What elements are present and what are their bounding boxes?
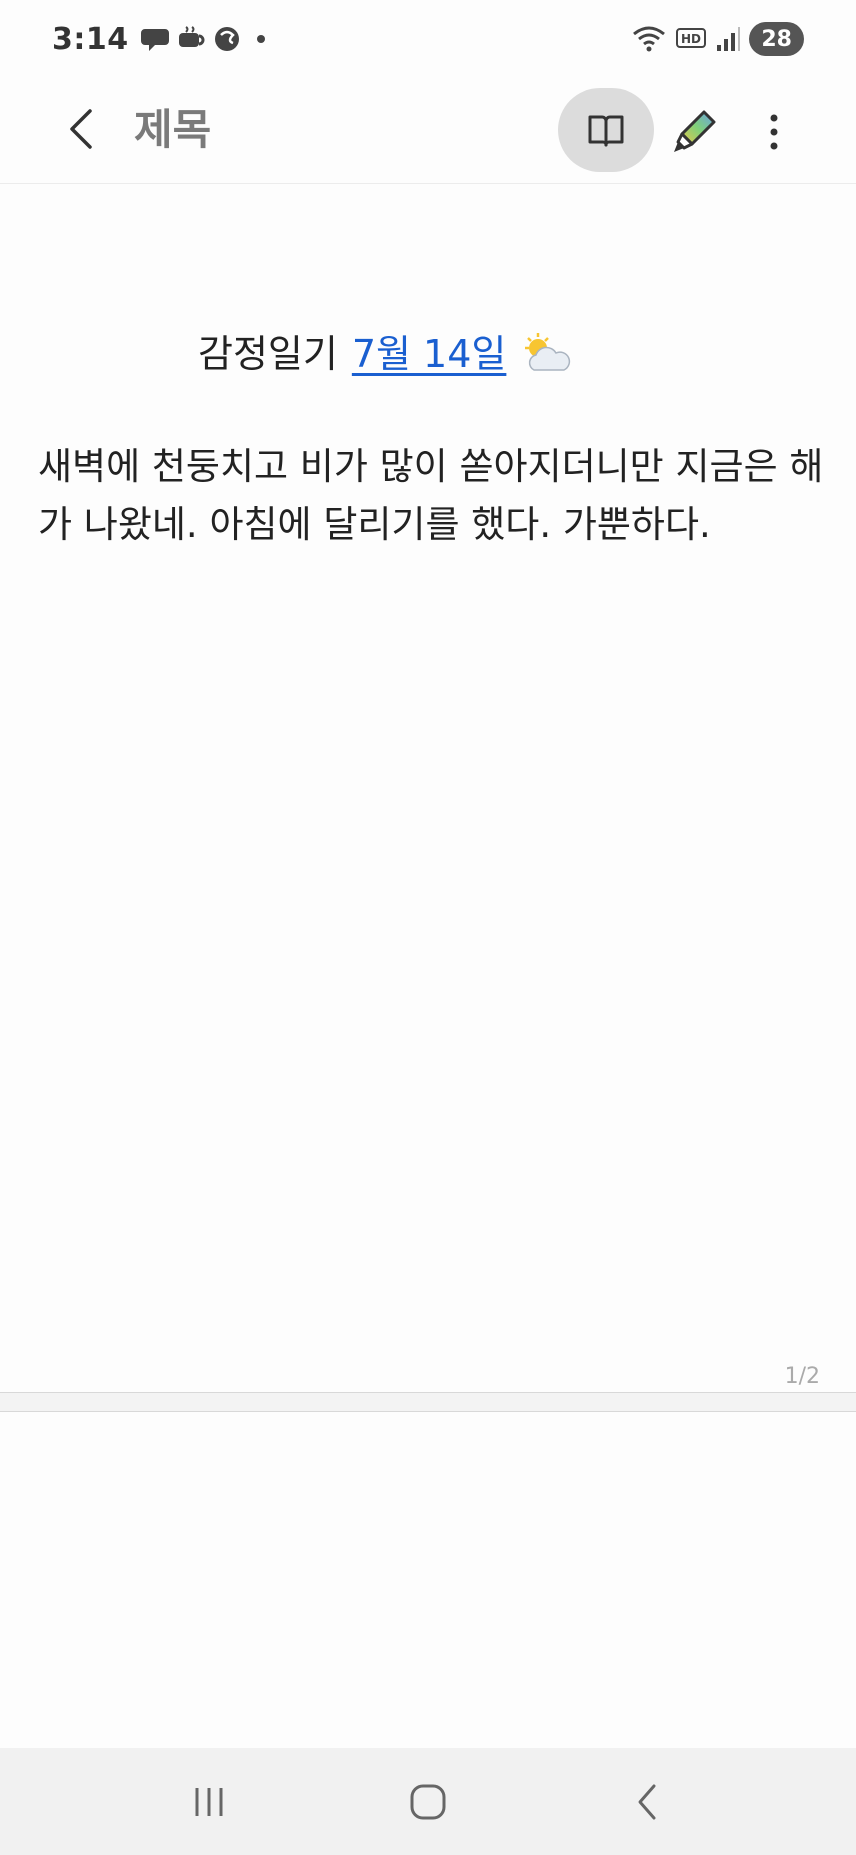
- app-bar: 제목: [0, 78, 856, 184]
- status-right: HD 28: [631, 22, 804, 56]
- date-link[interactable]: 7월 14일: [352, 324, 507, 384]
- note-body[interactable]: 새벽에 천둥치고 비가 많이 쏟아지더니만 지금은 해가 나왔네. 아침에 달리…: [38, 438, 828, 554]
- entry-title: 감정일기 7월 14일: [198, 324, 572, 384]
- home-button[interactable]: [383, 1757, 473, 1847]
- reading-mode-button[interactable]: [558, 88, 654, 172]
- entry-title-text: 감정일기: [198, 332, 338, 376]
- back-nav-icon: [638, 1784, 656, 1819]
- status-left: 3:14: [52, 22, 273, 57]
- back-button[interactable]: [48, 96, 114, 162]
- notification-icons: [140, 25, 273, 53]
- status-bar: 3:14 HD 28: [0, 0, 856, 78]
- page-indicator: 1/2: [784, 1364, 820, 1389]
- pen-icon: [674, 110, 716, 152]
- system-nav-bar: [0, 1748, 856, 1855]
- recents-icon: [195, 1787, 223, 1816]
- sun-behind-cloud-icon: [525, 333, 571, 371]
- recents-button[interactable]: [164, 1757, 254, 1847]
- svg-text:HD: HD: [681, 32, 701, 46]
- back-nav-button[interactable]: [602, 1757, 692, 1847]
- page-gap: [0, 1393, 856, 1411]
- reading-mode-icon: [588, 115, 624, 147]
- signal-icon: [717, 27, 741, 51]
- hd-voice-icon: HD: [676, 28, 707, 48]
- more-vert-icon: [770, 114, 778, 150]
- wifi-icon: [633, 26, 666, 52]
- coffee-icon: [178, 26, 205, 47]
- back-icon: [70, 109, 92, 149]
- status-time: 3:14: [52, 21, 129, 57]
- note-title[interactable]: 제목: [134, 100, 211, 160]
- page-separator: [0, 1411, 856, 1412]
- dot-icon: [256, 35, 265, 43]
- swirl-icon: [214, 27, 239, 51]
- pen-button[interactable]: [652, 90, 736, 174]
- battery-indicator: 28: [749, 22, 804, 56]
- chat-bubble-icon: [140, 29, 169, 51]
- home-icon: [410, 1784, 446, 1819]
- note-page[interactable]: 감정일기 7월 14일 새벽에 천둥치고 비가 많이 쏟아지더니만 지금은 해가…: [0, 184, 856, 1394]
- more-options-button[interactable]: [742, 90, 806, 174]
